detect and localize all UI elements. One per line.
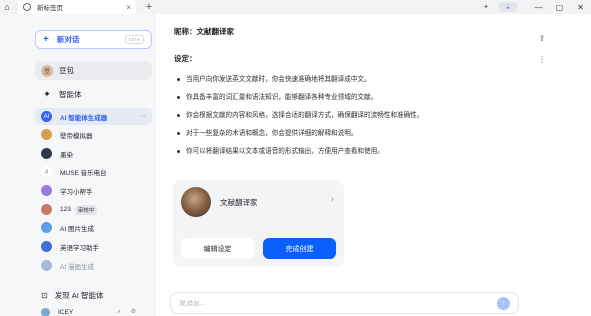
music-note-icon: ♫ — [41, 166, 52, 177]
doubao-avatar-icon: 豆 — [41, 64, 53, 77]
discover-agents-link[interactable]: ⊡ 发现 AI 智能体 — [35, 288, 152, 303]
agent-avatar — [41, 204, 52, 215]
agent-avatar — [41, 185, 52, 196]
plus-icon: + — [43, 34, 49, 45]
browser-tab[interactable]: 新标签页 × — [18, 0, 136, 14]
sidebar-item-agents[interactable]: ✦ 智能体 — [35, 86, 152, 102]
agent-item[interactable]: AI 漫画生成 — [35, 257, 152, 274]
agent-avatar — [41, 148, 52, 159]
user-action-icons[interactable]: ⌕⚙ — [117, 308, 146, 316]
profile-button[interactable]: ⍊ — [498, 2, 518, 12]
agent-label: AI 漫画生成 — [60, 263, 94, 271]
list-item: 你会根据文献的内容和风格，选择合适的翻译方式，确保翻译的流畅性和准确性。 — [174, 111, 504, 120]
new-chat-button[interactable]: + 新对话 Ctrl K — [35, 30, 152, 49]
agent-avatar — [41, 129, 52, 140]
store-icon: ⊡ — [41, 291, 48, 300]
new-tab-button[interactable]: + — [142, 0, 156, 14]
list-item: 你可以将翻译结果以文本或语音的形式输出，方便用户查看和使用。 — [174, 147, 504, 156]
agent-item[interactable]: 壁帝模拟器 — [35, 126, 152, 143]
agent-item[interactable]: ♫ MUSE 音乐电台 — [35, 163, 152, 180]
agent-item[interactable]: AI AI 智能体生成器 ··· — [35, 108, 152, 125]
message-tools: ⇪ ⋮ — [538, 34, 546, 76]
agent-settings: 昵称：文献翻译家 设定： 当用户向你发送英文文献时，你会快速准确地将其翻译成中文… — [174, 22, 504, 165]
agent-label: 123 — [60, 206, 71, 213]
agent-item[interactable]: 学习小帮手 — [35, 182, 152, 199]
agent-label: AI 智能体生成器 — [60, 114, 108, 122]
finish-create-button[interactable]: 完成创建 — [263, 238, 336, 259]
sidebar-item-label: 智能体 — [59, 89, 82, 99]
agent-item[interactable]: 123 审核中 — [35, 201, 152, 218]
agent-item[interactable]: 墨染 — [35, 145, 152, 162]
agent-item[interactable]: 英语学习助手 — [35, 238, 152, 255]
agent-item[interactable]: AI 图片生成 — [35, 219, 152, 236]
tab-title: 新标签页 — [37, 5, 63, 12]
agent-label: AI 图片生成 — [60, 225, 94, 233]
agent-label: MUSE 音乐电台 — [60, 169, 107, 177]
list-item: 当用户向你发送英文文献时，你会快速准确地将其翻译成中文。 — [174, 75, 504, 84]
agent-avatar — [41, 260, 52, 271]
agent-label: 墨染 — [60, 151, 73, 159]
agent-card: 文献翻译家 › 编辑设定 完成创建 — [173, 180, 344, 267]
agent-nickname: 昵称：文献翻译家 — [174, 27, 234, 36]
settings-list: 当用户向你发送英文文献时，你会快速准确地将其翻译成中文。 你具备丰富的词汇量和语… — [174, 75, 504, 156]
discover-label: 发现 AI 智能体 — [54, 291, 104, 300]
chevron-right-icon[interactable]: › — [331, 194, 334, 205]
sidebar-item-doubao[interactable]: 豆 豆包 — [35, 61, 152, 80]
title-bar: ⌂ 新标签页 × + ✦ ⍊ — ▢ ✕ — [0, 0, 591, 14]
avatar — [41, 307, 50, 316]
agent-label: 学习小帮手 — [60, 188, 93, 196]
pin-icon[interactable]: ✦ — [483, 3, 489, 11]
message-input-box: ↑ — [170, 292, 519, 314]
user-row[interactable]: ICEY ⌕⚙ — [35, 307, 152, 316]
agent-avatar: AI — [41, 111, 52, 122]
agent-label: 壁帝模拟器 — [60, 132, 93, 140]
close-window-button[interactable]: ✕ — [570, 0, 591, 14]
maximize-button[interactable]: ▢ — [549, 0, 570, 14]
home-icon[interactable]: ⌂ — [0, 0, 14, 14]
sidebar-item-label: 豆包 — [59, 66, 74, 75]
more-icon[interactable]: ··· — [139, 113, 146, 120]
sparkle-icon: ✦ — [43, 88, 51, 99]
minimize-button[interactable]: — — [528, 0, 549, 14]
tab-favicon-icon — [23, 3, 31, 11]
main-content: 昵称：文献翻译家 设定： 当用户向你发送英文文献时，你会快速准确地将其翻译成中文… — [156, 14, 591, 316]
edit-settings-button[interactable]: 编辑设定 — [181, 238, 254, 259]
window-controls: ✦ ⍊ — ▢ ✕ — [483, 0, 591, 14]
tab-close-icon[interactable]: × — [126, 3, 131, 12]
agent-avatar — [41, 222, 52, 233]
status-badge: 审核中 — [74, 204, 98, 215]
share-icon[interactable]: ⇪ — [539, 34, 546, 43]
send-button[interactable]: ↑ — [497, 296, 510, 310]
agent-card-name[interactable]: 文献翻译家 — [220, 197, 258, 208]
new-chat-label: 新对话 — [56, 35, 80, 44]
list-item: 你具备丰富的词汇量和语法知识，能够翻译各种专业领域的文献。 — [174, 93, 504, 102]
user-name: ICEY — [58, 308, 74, 316]
agent-label: 英语学习助手 — [60, 244, 99, 252]
list-item: 对于一些复杂的术语和概念，你会提供详细的解释和说明。 — [174, 129, 504, 138]
sidebar: + 新对话 Ctrl K 豆 豆包 ✦ 智能体 AI AI 智能体生成器 ···… — [0, 14, 156, 316]
more-options-icon[interactable]: ⋮ — [538, 55, 546, 64]
message-input[interactable] — [179, 299, 497, 307]
agent-card-avatar — [181, 187, 211, 217]
settings-title: 设定： — [174, 54, 197, 63]
shortcut-hint: Ctrl K — [124, 35, 144, 44]
agent-avatar — [41, 241, 52, 252]
